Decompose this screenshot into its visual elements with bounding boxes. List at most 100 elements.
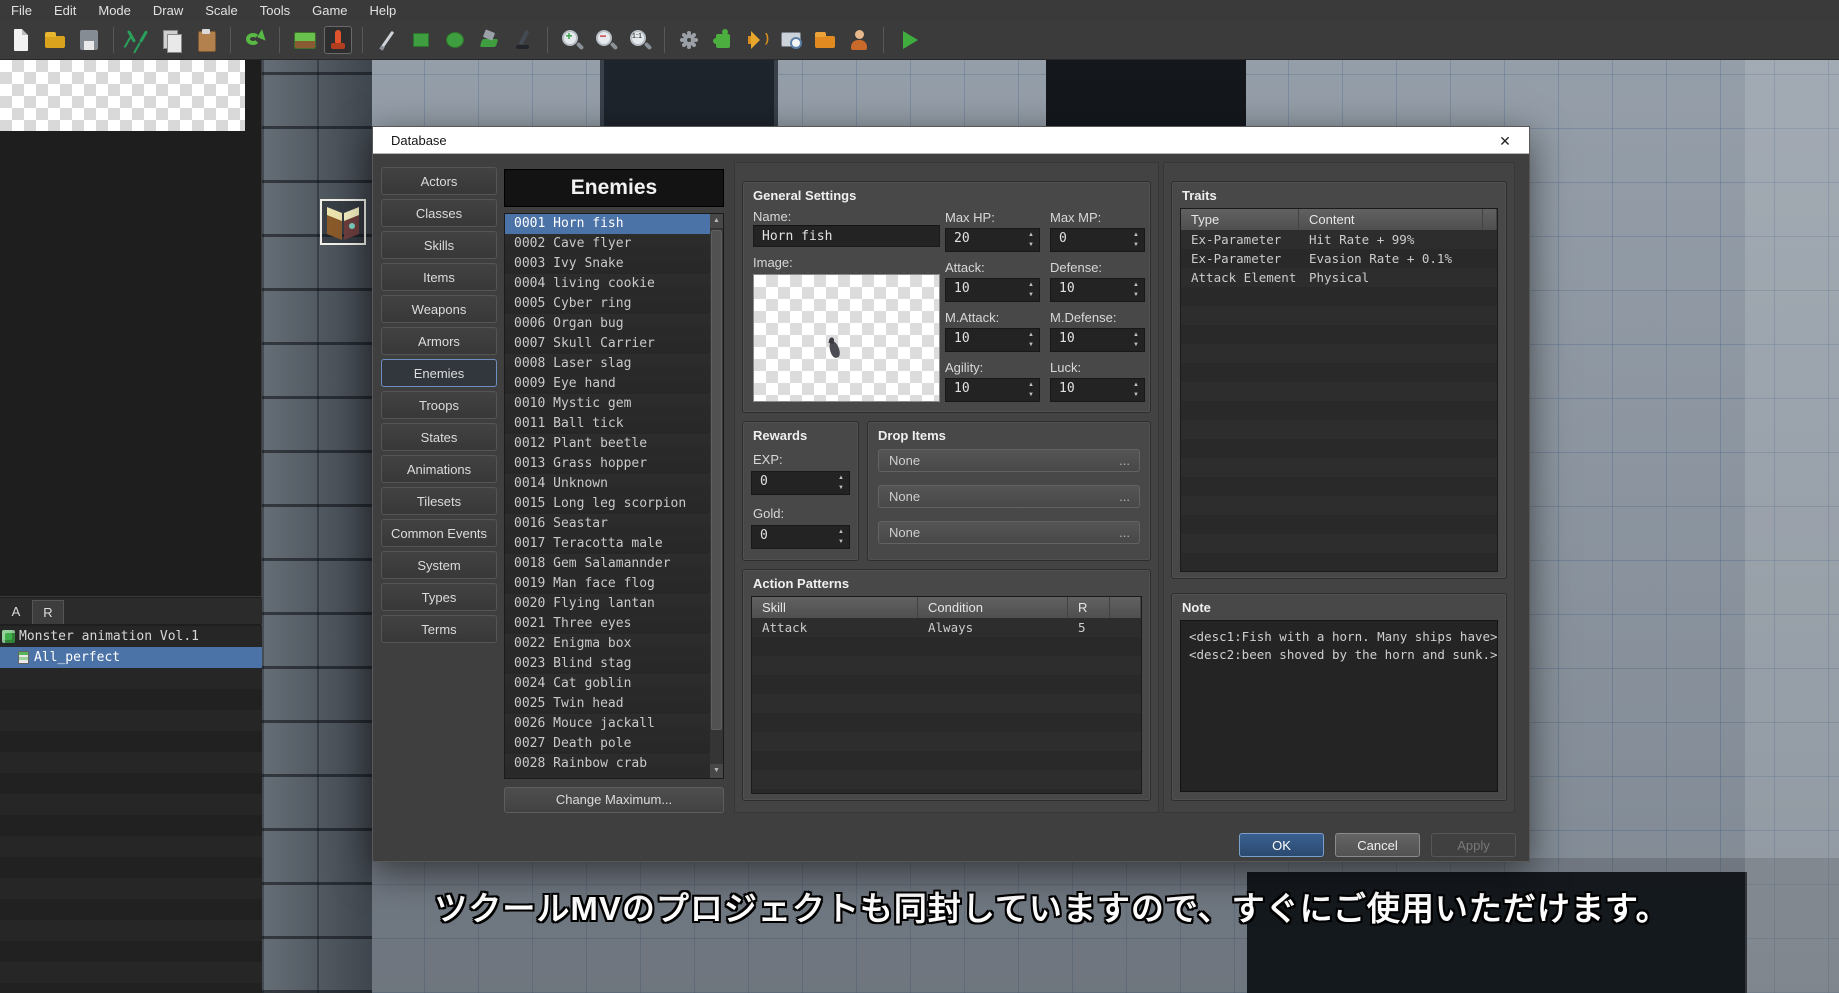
stat-spinner[interactable]: 10 xyxy=(945,278,1040,302)
rectangle-tool-icon[interactable] xyxy=(407,26,435,54)
enemy-list-item[interactable]: 0005 Cyber ring xyxy=(505,294,723,314)
menu-item[interactable]: File xyxy=(0,0,43,21)
event-searcher-icon[interactable] xyxy=(777,26,805,54)
save-project-icon[interactable] xyxy=(75,26,103,54)
spinner-arrows-icon[interactable] xyxy=(1130,330,1142,350)
stat-value[interactable]: 10 xyxy=(1059,281,1075,296)
enemy-list-item[interactable]: 0015 Long leg scorpion xyxy=(505,494,723,514)
flood-fill-tool-icon[interactable] xyxy=(475,26,503,54)
drop-item-button-2[interactable]: None ... xyxy=(878,485,1140,508)
enemy-list-item[interactable]: 0026 Mouce jackall xyxy=(505,714,723,734)
spinner-arrows-icon[interactable] xyxy=(1025,280,1037,300)
ellipse-tool-icon[interactable] xyxy=(441,26,469,54)
map-mode-icon[interactable] xyxy=(290,26,318,54)
plugin-manager-icon[interactable] xyxy=(709,26,737,54)
book-event-sprite[interactable] xyxy=(320,199,366,245)
stat-spinner[interactable]: 10 xyxy=(1050,278,1145,302)
cut-icon[interactable] xyxy=(124,26,152,54)
category-tab[interactable]: Weapons xyxy=(381,295,497,323)
category-tab[interactable]: Skills xyxy=(381,231,497,259)
enemy-list-item[interactable]: 0006 Organ bug xyxy=(505,314,723,334)
enemy-list-item[interactable]: 0003 Ivy Snake xyxy=(505,254,723,274)
enemy-list-item[interactable]: 0012 Plant beetle xyxy=(505,434,723,454)
enemy-list-item[interactable]: 0028 Rainbow crab xyxy=(505,754,723,774)
stat-spinner[interactable]: 10 xyxy=(1050,328,1145,352)
enemy-list-scrollbar[interactable] xyxy=(710,214,723,778)
sound-test-icon[interactable] xyxy=(743,26,771,54)
enemy-list-item[interactable]: 0009 Eye hand xyxy=(505,374,723,394)
enemy-list-item[interactable]: 0013 Grass hopper xyxy=(505,454,723,474)
drop-item-button-1[interactable]: None ... xyxy=(878,449,1140,472)
transparent-tile-swatch[interactable] xyxy=(0,60,245,131)
spinner-arrows-icon[interactable] xyxy=(1025,330,1037,350)
stat-spinner[interactable]: 10 xyxy=(1050,378,1145,402)
tab-a[interactable]: A xyxy=(0,600,32,624)
enemy-list-item[interactable]: 0011 Ball tick xyxy=(505,414,723,434)
category-tab[interactable]: Tilesets xyxy=(381,487,497,515)
stat-value[interactable]: 20 xyxy=(954,231,970,246)
stat-value[interactable]: 10 xyxy=(1059,331,1075,346)
note-textarea[interactable]: <desc1:Fish with a horn. Many ships have… xyxy=(1180,620,1498,792)
enemy-list-item[interactable]: 0023 Blind stag xyxy=(505,654,723,674)
category-tab[interactable]: Classes xyxy=(381,199,497,227)
enemy-list-item[interactable]: 0004 living cookie xyxy=(505,274,723,294)
category-tab[interactable]: Animations xyxy=(381,455,497,483)
zoom-in-icon[interactable] xyxy=(558,26,586,54)
spinner-arrows-icon[interactable] xyxy=(1025,380,1037,400)
zoom-out-icon[interactable] xyxy=(592,26,620,54)
spinner-arrows-icon[interactable] xyxy=(835,527,847,547)
action-pattern-row[interactable]: Attack Always 5 xyxy=(752,618,1141,637)
trait-row[interactable]: Ex-Parameter Evasion Rate + 0.1% xyxy=(1181,249,1497,268)
spinner-arrows-icon[interactable] xyxy=(1025,230,1037,250)
spinner-arrows-icon[interactable] xyxy=(1130,380,1142,400)
copy-icon[interactable] xyxy=(158,26,186,54)
enemy-list-item[interactable]: 0022 Enigma box xyxy=(505,634,723,654)
undo-icon[interactable] xyxy=(241,26,269,54)
enemy-list-item[interactable]: 0010 Mystic gem xyxy=(505,394,723,414)
menu-item[interactable]: Scale xyxy=(194,0,249,21)
spinner-arrows-icon[interactable] xyxy=(835,473,847,493)
resource-item-folder[interactable]: Monster animation Vol.1 xyxy=(0,626,262,647)
stat-value[interactable]: 10 xyxy=(1059,381,1075,396)
drop-item-button-3[interactable]: None ... xyxy=(878,521,1140,544)
exp-spinner[interactable]: 0 xyxy=(751,471,850,495)
dialog-title-bar[interactable]: Database ✕ xyxy=(373,127,1529,154)
category-tab[interactable]: States xyxy=(381,423,497,451)
category-tab[interactable]: Terms xyxy=(381,615,497,643)
tab-r[interactable]: R xyxy=(32,600,64,624)
enemy-list-item[interactable]: 0002 Cave flyer xyxy=(505,234,723,254)
category-tab[interactable]: Common Events xyxy=(381,519,497,547)
cancel-button[interactable]: Cancel xyxy=(1335,833,1420,857)
enemy-list-item[interactable]: 0020 Flying lantan xyxy=(505,594,723,614)
menu-item[interactable]: Game xyxy=(301,0,358,21)
stat-value[interactable]: 0 xyxy=(1059,231,1067,246)
actual-scale-icon[interactable] xyxy=(626,26,654,54)
enemy-list-item[interactable]: 0008 Laser slag xyxy=(505,354,723,374)
scrollbar-thumb[interactable] xyxy=(711,230,722,730)
new-project-icon[interactable] xyxy=(7,26,35,54)
ok-button[interactable]: OK xyxy=(1239,833,1324,857)
category-tab[interactable]: Troops xyxy=(381,391,497,419)
stat-value[interactable]: 10 xyxy=(954,281,970,296)
spinner-arrows-icon[interactable] xyxy=(1130,280,1142,300)
category-tab[interactable]: System xyxy=(381,551,497,579)
enemy-list-item[interactable]: 0014 Unknown xyxy=(505,474,723,494)
trait-row[interactable]: Ex-Parameter Hit Rate + 99% xyxy=(1181,230,1497,249)
enemy-list-item[interactable]: 0024 Cat goblin xyxy=(505,674,723,694)
menu-item[interactable]: Mode xyxy=(87,0,142,21)
shadow-pen-tool-icon[interactable] xyxy=(509,26,537,54)
enemy-list-item[interactable]: 0017 Teracotta male xyxy=(505,534,723,554)
enemy-list-item[interactable]: 0019 Man face flog xyxy=(505,574,723,594)
event-mode-icon[interactable] xyxy=(324,26,352,54)
category-tab[interactable]: Types xyxy=(381,583,497,611)
character-generator-icon[interactable] xyxy=(845,26,873,54)
gold-spinner[interactable]: 0 xyxy=(751,525,850,549)
paste-icon[interactable] xyxy=(192,26,220,54)
spinner-arrows-icon[interactable] xyxy=(1130,230,1142,250)
resource-manager-icon[interactable] xyxy=(811,26,839,54)
gold-value[interactable]: 0 xyxy=(760,528,768,543)
category-tab[interactable]: Armors xyxy=(381,327,497,355)
enemy-list-item[interactable]: 0027 Death pole xyxy=(505,734,723,754)
exp-value[interactable]: 0 xyxy=(760,474,768,489)
enemy-image-box[interactable] xyxy=(753,274,940,402)
